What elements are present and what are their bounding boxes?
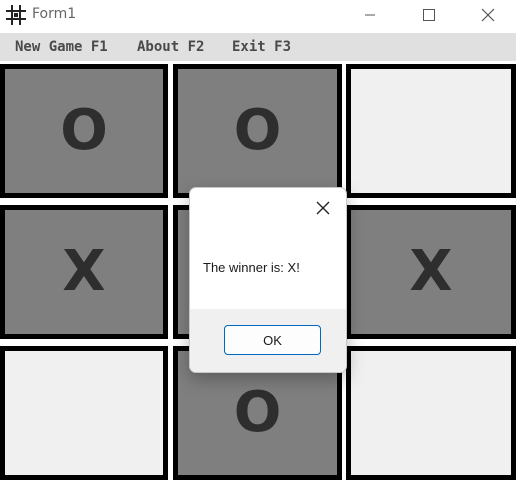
cell-mark: X xyxy=(62,239,106,304)
dialog-footer: OK xyxy=(190,309,346,372)
board-cell[interactable] xyxy=(346,64,516,198)
board-cell[interactable]: O xyxy=(173,64,342,198)
board-cell[interactable]: O xyxy=(0,64,168,198)
winner-message: The winner is: X! xyxy=(203,260,300,275)
cell-mark: O xyxy=(233,380,282,445)
menu-item-about[interactable]: About F2 xyxy=(137,39,204,55)
menu-bar: New Game F1 About F2 Exit F3 xyxy=(0,33,516,61)
maximize-icon xyxy=(423,9,435,21)
board-cell[interactable] xyxy=(346,346,516,480)
tic-tac-toe-grid-icon xyxy=(6,5,26,25)
minimize-icon xyxy=(365,14,375,16)
menu-item-new-game[interactable]: New Game F1 xyxy=(15,39,108,55)
dialog-close-button[interactable] xyxy=(310,196,336,220)
ok-button[interactable]: OK xyxy=(224,325,321,355)
close-window-button[interactable] xyxy=(465,0,511,30)
board-cell[interactable]: X xyxy=(346,205,516,339)
close-icon xyxy=(316,201,330,215)
winner-dialog: The winner is: X! OK xyxy=(189,187,347,373)
board-cell[interactable]: X xyxy=(0,205,168,339)
minimize-button[interactable] xyxy=(347,0,393,30)
dialog-body: The winner is: X! xyxy=(190,224,346,309)
maximize-button[interactable] xyxy=(406,0,452,30)
cell-mark: O xyxy=(233,98,282,163)
title-bar: Form1 xyxy=(0,0,516,32)
board-cell[interactable] xyxy=(0,346,168,480)
window-title: Form1 xyxy=(32,6,77,22)
cell-mark: O xyxy=(60,98,108,163)
close-icon xyxy=(481,8,495,22)
menu-item-exit[interactable]: Exit F3 xyxy=(232,39,291,55)
cell-mark: X xyxy=(409,239,453,304)
